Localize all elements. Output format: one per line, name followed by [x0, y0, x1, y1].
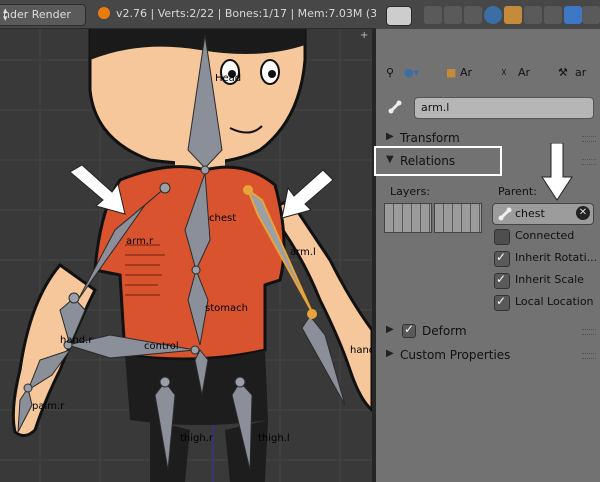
bone-label-chest: chest	[209, 213, 236, 224]
arrow-annotation-down	[541, 143, 573, 201]
context-bone-name[interactable]: ar	[575, 66, 586, 79]
layer-grid-left[interactable]	[384, 203, 432, 233]
render-engine-dropdown[interactable]: nder Render ▴ ▾	[0, 4, 86, 26]
scene-tab-icon[interactable]	[464, 6, 482, 24]
object-tab-icon[interactable]	[504, 6, 522, 24]
transform-panel-title: Transform	[400, 131, 460, 145]
armature-tab-icon[interactable]	[544, 6, 562, 24]
editor-type-button[interactable]	[386, 6, 412, 26]
bone-layers: Layers:	[384, 175, 484, 233]
drag-grip-icon[interactable]	[582, 159, 596, 165]
bone-name-value: arm.l	[421, 101, 450, 114]
bone-label-hand-l: hand	[350, 345, 372, 356]
bone-label-thigh-l: thigh.l	[258, 433, 290, 444]
arrow-annotation-left	[69, 164, 126, 215]
drag-grip-icon[interactable]	[582, 136, 596, 142]
world-tab-icon[interactable]	[484, 6, 502, 24]
bone-label-thigh-r: thigh.r	[180, 433, 214, 444]
connected-checkbox[interactable]	[494, 229, 510, 245]
deform-panel-title: Deform	[422, 324, 467, 338]
inherit-rotation-label: Inherit Rotati...	[515, 251, 598, 264]
object-cube-icon: ■	[446, 66, 457, 79]
inherit-scale-checkbox[interactable]	[494, 272, 510, 289]
relations-highlight-box	[374, 146, 502, 176]
bone-tab-icon[interactable]	[564, 6, 582, 24]
layers-label: Layers:	[390, 185, 431, 198]
blender-logo-icon	[98, 7, 110, 19]
parent-field[interactable]: chest ✕	[492, 203, 594, 225]
bone-label-arm-r: arm.r	[126, 236, 154, 247]
bone-constraints-tab-icon[interactable]	[582, 6, 600, 24]
bone-label-hand-r: hand.r	[60, 335, 93, 346]
collapsed-triangle-icon: ▶	[386, 324, 394, 335]
bone-label-arm-l: arm.l	[290, 247, 316, 258]
arrow-annotation-right	[281, 169, 334, 219]
local-location-checkbox[interactable]	[494, 294, 510, 311]
inherit-scale-label: Inherit Scale	[515, 273, 584, 286]
bone-label-palm-r: palm.r	[32, 401, 65, 412]
render-tab-icon[interactable]	[424, 6, 442, 24]
collapsed-triangle-icon: ▶	[386, 348, 394, 359]
collapsed-triangle-icon: ▶	[386, 131, 394, 142]
connected-label: Connected	[515, 229, 575, 242]
bone-icon	[498, 207, 512, 221]
bone-icon: ⚒	[558, 66, 568, 79]
armature-icon: ☓	[501, 66, 507, 79]
drag-grip-icon[interactable]	[582, 353, 596, 359]
inherit-rotation-checkbox[interactable]	[494, 250, 510, 267]
parent-value: chest	[515, 207, 545, 220]
parent-label: Parent:	[498, 185, 537, 198]
deform-panel-header[interactable]: ▶ ✓ Deform	[380, 321, 596, 341]
bone-name-field[interactable]: arm.l	[414, 97, 594, 119]
context-breadcrumb: ⚲ ●▾ ■ Ar ☓ Ar ⚒ ar	[376, 60, 600, 86]
custom-properties-panel-header[interactable]: ▶ Custom Properties	[380, 345, 596, 365]
deform-checkbox[interactable]: ✓	[402, 322, 416, 338]
clear-icon[interactable]: ✕	[576, 206, 590, 220]
context-armature-name[interactable]: Ar	[518, 66, 530, 79]
3d-viewport[interactable]: Head chest arm.r arm.l stomach hand.r co…	[0, 29, 372, 482]
bone-label-control: control	[144, 341, 179, 352]
layers-tab-icon[interactable]	[444, 6, 462, 24]
scene-icon: ●▾	[404, 66, 420, 79]
character-rig-view[interactable]: Head chest arm.r arm.l stomach hand.r co…	[0, 29, 372, 482]
chevron-updown-icon: ▴ ▾	[3, 6, 8, 24]
checkmark-icon: ✓	[404, 322, 415, 336]
layer-grid-right[interactable]	[434, 203, 482, 233]
context-object-name[interactable]: Ar	[460, 66, 472, 79]
constraints-tab-icon[interactable]	[524, 6, 542, 24]
bone-label-stomach: stomach	[205, 303, 248, 314]
bone-label-head: Head	[215, 73, 241, 84]
properties-tabs	[376, 3, 600, 29]
add-region-icon[interactable]: +	[360, 31, 370, 41]
pin-icon[interactable]: ⚲	[386, 66, 394, 79]
drag-grip-icon[interactable]	[582, 329, 596, 335]
bone-name-icon	[388, 100, 402, 114]
custom-properties-panel-title: Custom Properties	[400, 348, 511, 362]
local-location-label: Local Location	[515, 295, 594, 308]
